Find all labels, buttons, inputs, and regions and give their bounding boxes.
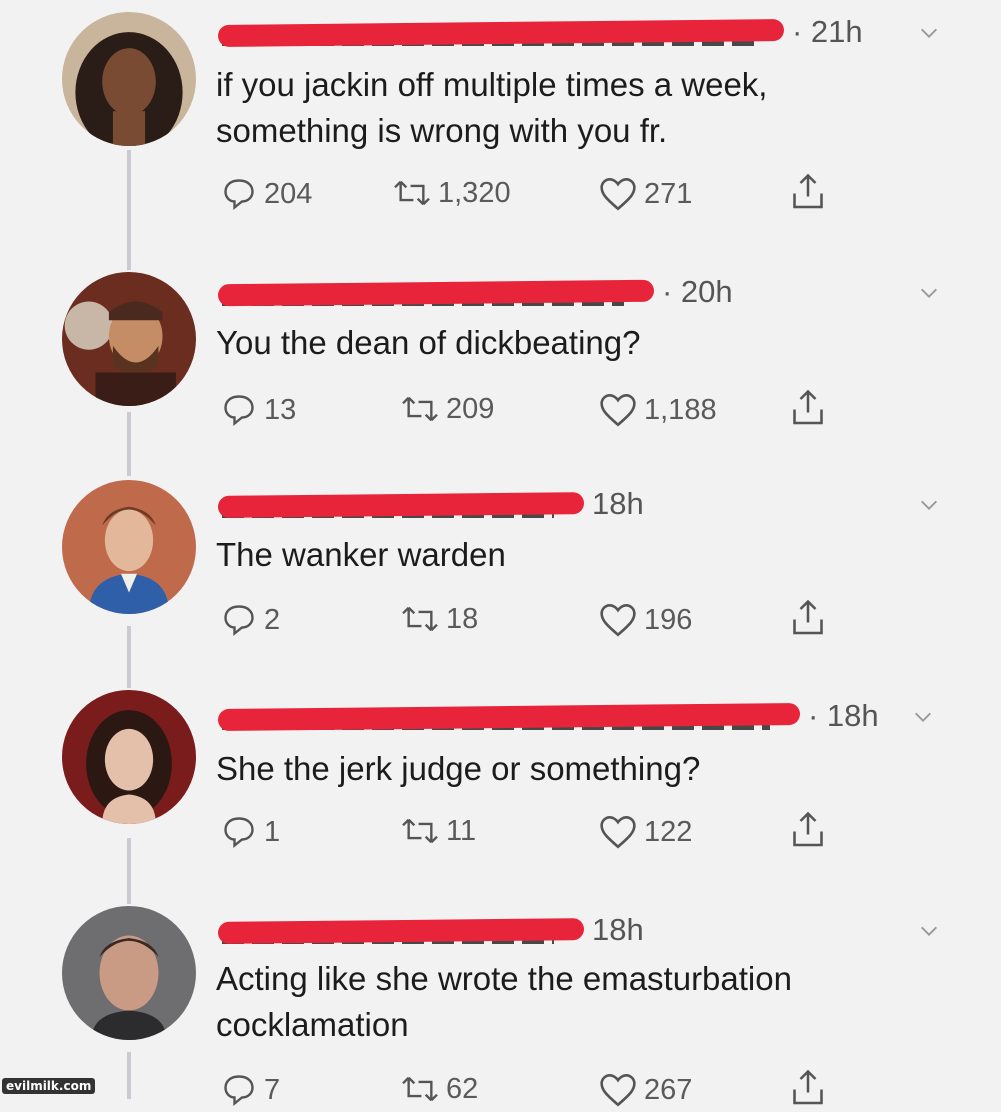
share-icon[interactable] — [790, 598, 826, 638]
tweet-header: · 18h — [217, 694, 879, 738]
reply-icon — [224, 1075, 254, 1106]
redacted-username — [217, 19, 785, 47]
redacted-username — [217, 492, 585, 518]
retweet-icon — [402, 606, 438, 632]
retweet-icon — [402, 396, 438, 422]
heart-icon — [600, 393, 636, 427]
reply-button[interactable]: 1 — [220, 814, 280, 850]
tweet-actions: 2 18 196 — [220, 599, 840, 642]
reply-button[interactable]: 7 — [220, 1072, 280, 1108]
retweet-button[interactable]: 1,320 — [392, 176, 511, 210]
tweet-actions: 204 1,320 271 — [220, 173, 840, 216]
tweet-header: 18h — [217, 908, 644, 952]
like-count: 271 — [644, 177, 693, 210]
reply-icon — [224, 605, 254, 636]
share-icon[interactable] — [790, 388, 826, 428]
avatar[interactable] — [62, 480, 196, 614]
tweet-text: Acting like she wrote the emasturbation … — [216, 960, 792, 1043]
avatar[interactable] — [62, 272, 196, 406]
thread-line — [127, 626, 131, 688]
like-count: 267 — [644, 1073, 693, 1106]
like-count: 196 — [644, 603, 693, 636]
tweet-header: · 20h — [217, 270, 733, 314]
tweet-time: · 20h — [662, 274, 733, 309]
avatar[interactable] — [62, 690, 196, 824]
retweet-count: 18 — [446, 602, 479, 635]
retweet-icon — [394, 180, 430, 206]
chevron-down-icon[interactable] — [918, 282, 940, 304]
like-count: 122 — [644, 815, 693, 848]
reply-icon — [224, 395, 254, 426]
chevron-down-icon[interactable] — [918, 22, 940, 44]
tweet-text: The wanker warden — [216, 536, 506, 573]
reply-icon — [224, 817, 254, 848]
chevron-down-icon[interactable] — [918, 494, 940, 516]
chevron-down-icon[interactable] — [918, 920, 940, 942]
like-button[interactable]: 196 — [598, 602, 692, 638]
redacted-username — [217, 918, 585, 944]
share-icon[interactable] — [790, 810, 826, 850]
thread-line — [127, 838, 131, 904]
retweet-icon — [402, 1076, 438, 1102]
tweet-header: 18h — [217, 482, 644, 526]
tweet-text: You the dean of dickbeating? — [216, 324, 641, 361]
retweet-button[interactable]: 209 — [400, 392, 494, 426]
retweet-count: 11 — [446, 814, 477, 847]
tweet-time: · 21h — [792, 14, 863, 49]
redacted-username — [217, 702, 801, 732]
tweet-time: 18h — [592, 486, 644, 521]
avatar[interactable] — [62, 12, 196, 146]
thread-line — [127, 150, 131, 270]
retweet-count: 209 — [446, 392, 495, 425]
retweet-count: 62 — [446, 1072, 479, 1105]
redacted-username — [217, 279, 655, 307]
thread-line — [127, 1052, 131, 1099]
tweet-actions: 1 11 122 — [220, 811, 840, 854]
reply-button[interactable]: 2 — [220, 602, 280, 638]
like-button[interactable]: 267 — [598, 1072, 692, 1108]
like-button[interactable]: 271 — [598, 176, 692, 212]
reply-count: 7 — [264, 1073, 281, 1106]
chevron-down-icon[interactable] — [912, 706, 934, 728]
tweet-actions: 7 62 267 — [220, 1069, 840, 1112]
tweet-text: She the jerk judge or something? — [216, 750, 701, 787]
avatar[interactable] — [62, 906, 196, 1040]
heart-icon — [600, 177, 636, 211]
retweet-button[interactable]: 62 — [400, 1072, 478, 1106]
share-icon[interactable] — [790, 1068, 826, 1108]
tweet-time: 18h — [592, 912, 644, 947]
share-icon[interactable] — [790, 172, 826, 212]
reply-count: 2 — [264, 603, 281, 636]
retweet-count: 1,320 — [438, 176, 511, 209]
reply-button[interactable]: 204 — [220, 176, 312, 212]
retweet-button[interactable]: 18 — [400, 602, 478, 636]
reply-button[interactable]: 13 — [220, 392, 296, 428]
tweet-text: if you jackin off multiple times a week,… — [216, 66, 768, 149]
reply-count: 1 — [264, 815, 281, 848]
heart-icon — [600, 603, 636, 637]
watermark: evilmilk.com — [2, 1078, 96, 1094]
reply-count: 204 — [264, 177, 313, 210]
tweet-header: · 21h — [217, 10, 863, 54]
tweet-actions: 13 209 1,188 — [220, 389, 840, 432]
heart-icon — [600, 1073, 636, 1107]
heart-icon — [600, 815, 636, 849]
like-button[interactable]: 122 — [598, 814, 692, 850]
like-count: 1,188 — [644, 393, 717, 426]
tweet-time: · 18h — [808, 698, 879, 733]
reply-icon — [224, 179, 254, 210]
thread-line — [127, 412, 131, 476]
retweet-button[interactable]: 11 — [400, 814, 476, 848]
like-button[interactable]: 1,188 — [598, 392, 717, 428]
reply-count: 13 — [264, 393, 297, 426]
retweet-icon — [402, 818, 438, 844]
